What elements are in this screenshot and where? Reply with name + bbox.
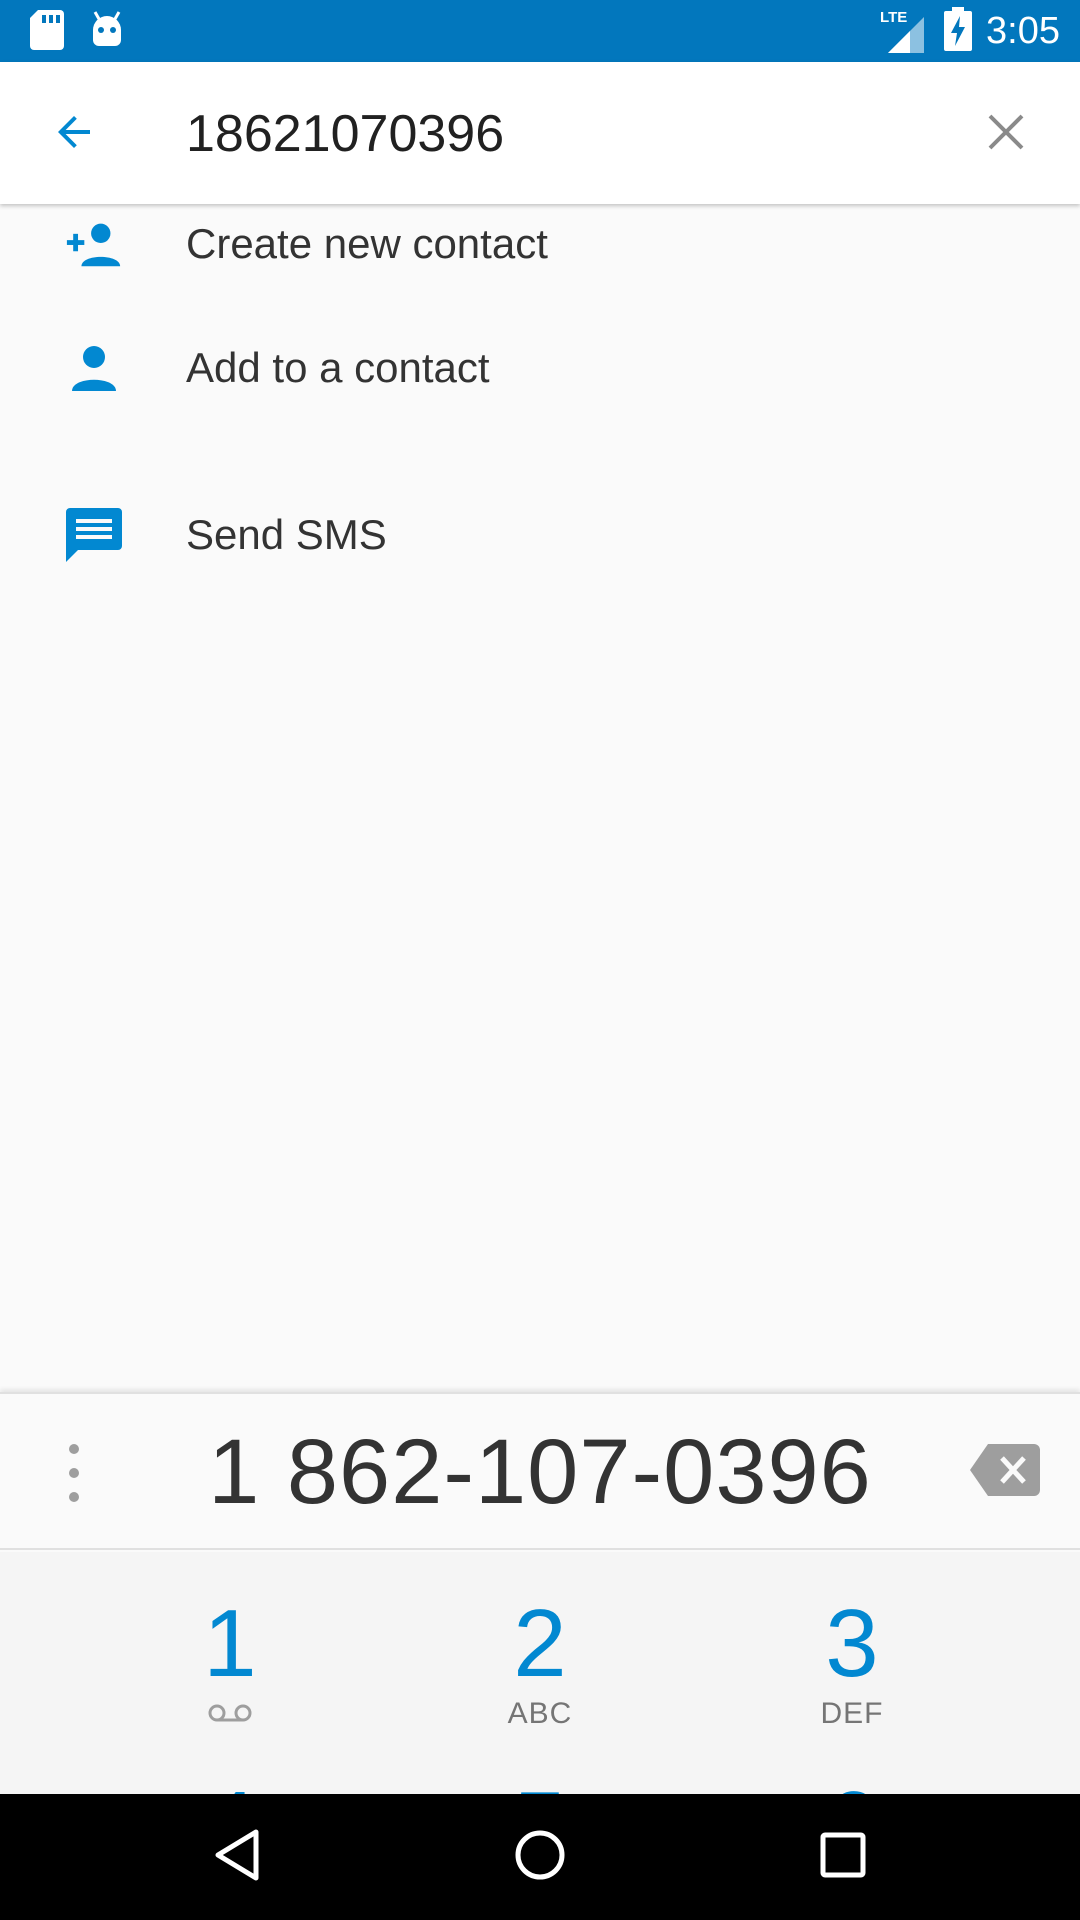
- sd-card-icon: [30, 10, 64, 55]
- dialpad-key-2[interactable]: 2 ABC: [390, 1552, 690, 1731]
- dialpad-key-6[interactable]: 6: [702, 1774, 1002, 1795]
- more-vert-icon: [69, 1444, 79, 1454]
- send-sms-item[interactable]: Send SMS: [0, 451, 1080, 618]
- actions-list: Create new contact Add to a contact Send…: [0, 204, 1080, 618]
- key-digit: 4: [80, 1774, 380, 1795]
- nav-recents-button[interactable]: [810, 1824, 876, 1890]
- dialpad-key-4[interactable]: 4: [80, 1774, 380, 1795]
- search-input[interactable]: [186, 98, 946, 170]
- key-digit: 1: [203, 1590, 257, 1697]
- key-letters: ABC: [507, 1697, 573, 1730]
- status-right-icons: LTE 3:05: [880, 0, 1060, 62]
- key-digit: 2: [513, 1590, 567, 1697]
- message-icon: [64, 505, 124, 565]
- create-new-contact-label: Create new contact: [186, 220, 548, 267]
- clear-button[interactable]: [978, 106, 1034, 162]
- person-add-icon: [64, 214, 124, 274]
- add-to-contact-label: Add to a contact: [186, 343, 490, 391]
- dialed-digits-row: 1 862-107-0396: [0, 1392, 1080, 1550]
- more-vert-dot: [69, 1468, 79, 1478]
- nav-home-button[interactable]: [507, 1824, 573, 1890]
- send-sms-label: Send SMS: [186, 510, 387, 558]
- close-icon: [986, 112, 1026, 157]
- arrow-back-icon: [50, 108, 98, 161]
- key-digit: 5: [390, 1774, 690, 1795]
- dialpad-key-1[interactable]: 1: [80, 1552, 380, 1722]
- back-button[interactable]: [44, 104, 104, 164]
- key-letters: DEF: [820, 1697, 884, 1730]
- nav-back-button[interactable]: [204, 1824, 270, 1890]
- dialed-digits[interactable]: 1 862-107-0396: [140, 1416, 940, 1528]
- voicemail-icon: [80, 1696, 380, 1732]
- battery-charging-icon: [944, 6, 973, 56]
- dialpad-key-3[interactable]: 3 DEF: [702, 1552, 1002, 1731]
- back-triangle-icon: [212, 1828, 262, 1887]
- lte-signal-icon: LTE: [880, 9, 930, 53]
- key-digit: 6: [702, 1774, 1002, 1795]
- status-bar: LTE 3:05: [0, 0, 1080, 62]
- add-to-contact-item[interactable]: Add to a contact: [0, 284, 1080, 451]
- more-vert-dot: [69, 1492, 79, 1502]
- backspace-button[interactable]: [970, 1444, 1040, 1500]
- backspace-icon: [970, 1444, 1040, 1500]
- search-header: [0, 62, 1080, 204]
- clock: 3:05: [986, 9, 1060, 52]
- navigation-bar: [0, 1794, 1080, 1920]
- create-new-contact-item[interactable]: Create new contact: [0, 204, 1080, 284]
- dialpad-key-5[interactable]: 5: [390, 1774, 690, 1795]
- home-circle-icon: [513, 1828, 567, 1887]
- key-digit: 3: [825, 1590, 879, 1697]
- status-left-icons: [30, 10, 124, 55]
- dialpad: 1 2 ABC 3 DEF 4 5 6: [0, 1552, 1080, 1794]
- overflow-menu-button[interactable]: [56, 1438, 92, 1508]
- person-icon: [64, 338, 124, 398]
- recents-square-icon: [819, 1831, 867, 1884]
- android-debug-icon: [90, 10, 124, 55]
